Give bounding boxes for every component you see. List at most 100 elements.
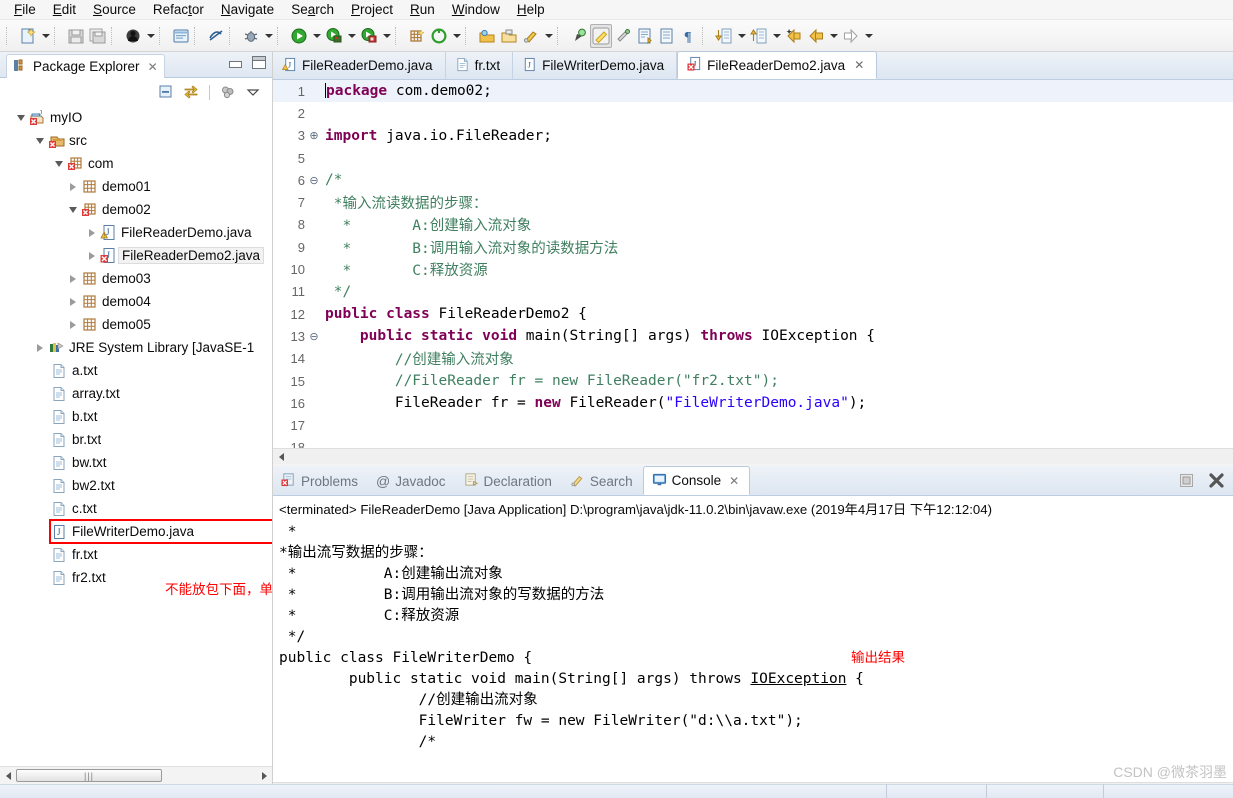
tree-item-demo04[interactable]: demo04: [0, 290, 272, 313]
editor-tab-filewriterdemo-java[interactable]: J FileWriterDemo.java: [513, 52, 678, 79]
menu-item-file[interactable]: File: [6, 1, 45, 18]
forward-icon[interactable]: [840, 24, 862, 48]
menu-item-navigate[interactable]: Navigate: [213, 1, 283, 18]
editor-tab-fr-txt[interactable]: fr.txt: [446, 52, 514, 79]
highlight-icon[interactable]: [590, 23, 612, 48]
scroll-right-icon[interactable]: [256, 769, 272, 783]
collapse-all-icon[interactable]: [157, 83, 175, 101]
code-editor[interactable]: 1 package com.demo02; 2 3 ⊕ import java.…: [273, 80, 1233, 464]
expand-toggle[interactable]: [66, 290, 80, 313]
console-output[interactable]: <terminated> FileReaderDemo [Java Applic…: [273, 496, 1233, 782]
tree-item-filereaderdemo-java[interactable]: J! FileReaderDemo.java: [0, 221, 272, 244]
tab-declaration[interactable]: Declaration: [456, 467, 562, 495]
menu-item-refactor[interactable]: Refactor: [145, 1, 213, 18]
scroll-left-icon[interactable]: [0, 769, 16, 783]
expand-toggle[interactable]: [52, 152, 66, 175]
editor-tab-filereaderdemo2-java[interactable]: J FileReaderDemo2.java ✕: [677, 51, 878, 79]
close-icon[interactable]: ✕: [854, 58, 864, 72]
open-type-icon[interactable]: [476, 24, 498, 48]
tab-javadoc[interactable]: @ Javadoc: [368, 467, 456, 495]
expand-toggle[interactable]: [85, 221, 99, 244]
expand-toggle[interactable]: [66, 198, 80, 221]
debug-dropdown-icon[interactable]: [262, 24, 275, 48]
fold-marker-expanded-icon[interactable]: ⊖: [307, 174, 321, 187]
expand-toggle[interactable]: [33, 129, 47, 152]
tree-item-demo05[interactable]: demo05: [0, 313, 272, 336]
open-task-icon[interactable]: [498, 24, 520, 48]
back-star-icon[interactable]: [783, 24, 805, 48]
pilcrow-icon[interactable]: ¶: [678, 24, 700, 48]
tab-console[interactable]: Console ✕: [642, 466, 751, 495]
new-wizard-dropdown-icon[interactable]: [39, 24, 52, 48]
close-icon[interactable]: [1208, 472, 1225, 494]
minimize-icon[interactable]: [1179, 473, 1194, 493]
tree-item-demo01[interactable]: demo01: [0, 175, 272, 198]
tree-item-myio[interactable]: J myIO: [0, 106, 272, 129]
toggle-mark-occurrences-icon[interactable]: [205, 24, 227, 48]
tab-problems[interactable]: Problems: [273, 467, 368, 495]
forward-dropdown-icon[interactable]: [862, 24, 875, 48]
print-dropdown-icon[interactable]: [144, 24, 157, 48]
coverage-icon[interactable]: [358, 24, 380, 48]
tree-item-bw2-txt[interactable]: bw2.txt: [0, 474, 272, 497]
tree-item-br-txt[interactable]: br.txt: [0, 428, 272, 451]
tree-item-demo02[interactable]: demo02: [0, 198, 272, 221]
minimize-icon[interactable]: [228, 58, 242, 68]
new-java-class-icon[interactable]: [170, 24, 192, 48]
chevron-down-icon[interactable]: [244, 83, 262, 101]
menu-item-source[interactable]: Source: [85, 1, 145, 18]
expand-toggle[interactable]: [33, 336, 47, 359]
scrollbar-thumb[interactable]: |||: [16, 769, 162, 782]
tree-item-fr-txt[interactable]: fr.txt: [0, 543, 272, 566]
tree-item-com[interactable]: com: [0, 152, 272, 175]
expand-toggle[interactable]: [14, 106, 28, 129]
new-java-project-icon[interactable]: [406, 24, 428, 48]
run-icon[interactable]: [288, 24, 310, 48]
previous-edit-location-icon[interactable]: [748, 24, 770, 48]
save-all-icon[interactable]: [87, 24, 109, 48]
editor-tab-filereaderdemo-java[interactable]: J FileReaderDemo.java: [273, 52, 446, 79]
next-edit-location-icon[interactable]: [713, 24, 735, 48]
project-tree[interactable]: J myIO src com demo01 demo02 J ! FileRea…: [0, 106, 272, 798]
tree-item-c-txt[interactable]: c.txt: [0, 497, 272, 520]
search-icon[interactable]: [568, 24, 590, 48]
previous-annotation-icon[interactable]: [656, 24, 678, 48]
menu-item-project[interactable]: Project: [343, 1, 402, 18]
menu-item-search[interactable]: Search: [283, 1, 343, 18]
fold-marker-expanded-icon[interactable]: ⊖: [307, 330, 321, 343]
run-last-dropdown-icon[interactable]: [345, 24, 358, 48]
tree-item-src[interactable]: src: [0, 129, 272, 152]
menu-item-edit[interactable]: Edit: [45, 1, 85, 18]
fold-marker-collapsed-icon[interactable]: ⊕: [307, 129, 321, 142]
link-icon[interactable]: [520, 24, 542, 48]
tab-package-explorer[interactable]: Package Explorer ✕: [6, 54, 165, 78]
annotation-icon[interactable]: [612, 24, 634, 48]
expand-toggle[interactable]: [66, 313, 80, 336]
tree-item-filewriterdemo-java[interactable]: J FileWriterDemo.java: [49, 519, 272, 544]
print-icon[interactable]: [122, 24, 144, 48]
external-tools-icon[interactable]: [428, 24, 450, 48]
menu-item-window[interactable]: Window: [444, 1, 509, 18]
back-dropdown-icon[interactable]: [827, 24, 840, 48]
close-icon[interactable]: ✕: [148, 60, 158, 74]
tree-item-demo03[interactable]: demo03: [0, 267, 272, 290]
next-edit-dropdown-icon[interactable]: [735, 24, 748, 48]
link-with-editor-icon[interactable]: [182, 83, 200, 101]
expand-toggle[interactable]: [66, 175, 80, 198]
package-explorer-hscrollbar[interactable]: |||: [0, 766, 272, 784]
close-icon[interactable]: ✕: [729, 474, 739, 488]
tree-item-array-txt[interactable]: array.txt: [0, 382, 272, 405]
menu-item-run[interactable]: Run: [402, 1, 444, 18]
tree-item-b-txt[interactable]: b.txt: [0, 405, 272, 428]
run-dropdown-icon[interactable]: [310, 24, 323, 48]
new-wizard-icon[interactable]: [17, 24, 39, 48]
tab-search[interactable]: Search: [562, 467, 643, 495]
next-annotation-icon[interactable]: [634, 24, 656, 48]
expand-toggle[interactable]: [85, 244, 99, 267]
save-icon[interactable]: [65, 24, 87, 48]
external-tools-dropdown-icon[interactable]: [450, 24, 463, 48]
maximize-icon[interactable]: [252, 56, 266, 69]
editor-hscrollbar[interactable]: [273, 448, 1233, 464]
ioexception-link[interactable]: IOException: [750, 671, 846, 687]
menu-item-help[interactable]: Help: [509, 1, 554, 18]
